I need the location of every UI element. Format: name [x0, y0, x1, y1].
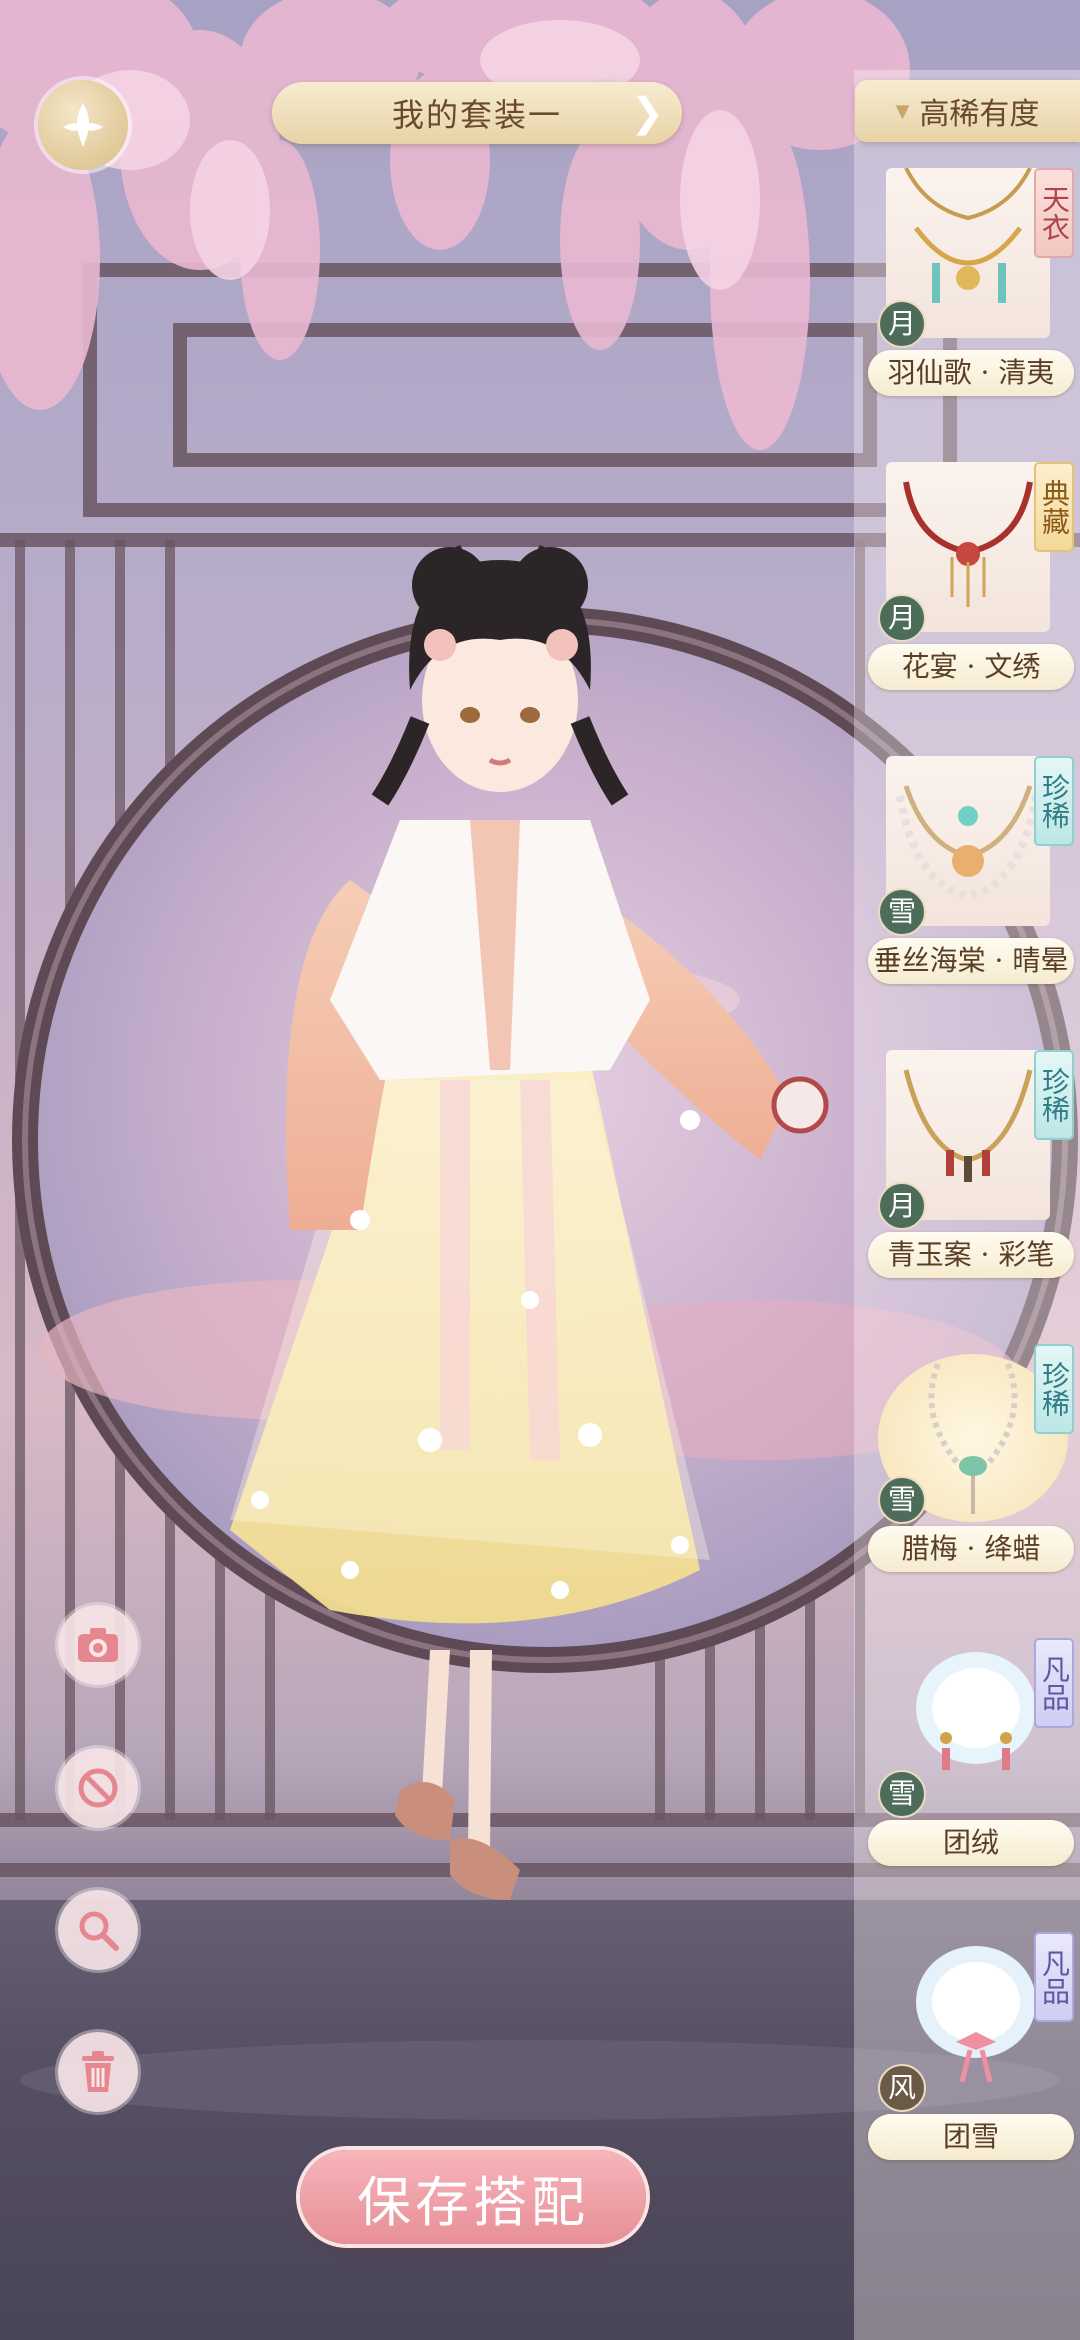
- rarity-badge: 典藏: [1034, 462, 1074, 552]
- rarity-badge: 珍稀: [1034, 1344, 1074, 1434]
- item-name: 垂丝海棠 · 晴晕: [868, 938, 1074, 984]
- rarity-badge: 珍稀: [1034, 1050, 1074, 1140]
- season-badge: 月: [878, 1182, 926, 1230]
- season-badge: 月: [878, 300, 926, 348]
- outfit-title: 我的套装一: [391, 96, 562, 134]
- outfit-selector[interactable]: 我的套装一 ❯: [272, 82, 682, 144]
- item-name: 羽仙歌 · 清夷: [868, 350, 1074, 396]
- season-badge: 雪: [878, 1476, 926, 1524]
- hide-button[interactable]: [58, 1748, 138, 1828]
- rarity-badge: 珍稀: [1034, 756, 1074, 846]
- save-outfit-label: 保存搭配: [357, 2170, 589, 2234]
- item-card[interactable]: 珍稀 雪 腊梅 · 绛蜡: [868, 1344, 1074, 1614]
- sort-dropdown[interactable]: ▼ 高稀有度: [855, 80, 1080, 142]
- season-badge: 风: [878, 2064, 926, 2112]
- rarity-badge: 凡品: [1034, 1932, 1074, 2022]
- magnifier-icon: [79, 1911, 119, 1951]
- item-name: 腊梅 · 绛蜡: [868, 1526, 1074, 1572]
- delete-button[interactable]: [58, 2032, 138, 2112]
- feather-icon: [63, 103, 103, 147]
- trash-icon: [82, 2051, 114, 2092]
- item-name: 团绒: [868, 1820, 1074, 1866]
- item-card[interactable]: 珍稀 雪 垂丝海棠 · 晴晕: [868, 756, 1074, 1026]
- item-card[interactable]: 典藏 月 花宴 · 文绣: [868, 462, 1074, 732]
- home-button[interactable]: [38, 80, 128, 170]
- sort-label: 高稀有度: [919, 97, 1040, 132]
- chevron-right-icon[interactable]: ❯: [630, 90, 664, 136]
- item-card[interactable]: 凡品 雪 团绒: [868, 1638, 1074, 1908]
- season-badge: 月: [878, 594, 926, 642]
- save-outfit-button[interactable]: 保存搭配: [300, 2150, 646, 2244]
- camera-icon: [78, 1628, 118, 1662]
- season-badge: 雪: [878, 888, 926, 936]
- season-badge: 雪: [878, 1770, 926, 1818]
- rarity-badge: 凡品: [1034, 1638, 1074, 1728]
- item-name: 青玉案 · 彩笔: [868, 1232, 1074, 1278]
- zoom-button[interactable]: [58, 1890, 138, 1970]
- triangle-down-icon: ▼: [895, 100, 910, 122]
- no-entry-icon: [78, 1768, 118, 1808]
- item-name: 花宴 · 文绣: [868, 644, 1074, 690]
- camera-button[interactable]: [58, 1605, 138, 1685]
- item-card[interactable]: 凡品 风 团雪: [868, 1932, 1074, 2202]
- item-card[interactable]: 天衣 月 羽仙歌 · 清夷: [868, 168, 1074, 438]
- item-name: 团雪: [868, 2114, 1074, 2160]
- rarity-badge: 天衣: [1034, 168, 1074, 258]
- item-card[interactable]: 珍稀 月 青玉案 · 彩笔: [868, 1050, 1074, 1320]
